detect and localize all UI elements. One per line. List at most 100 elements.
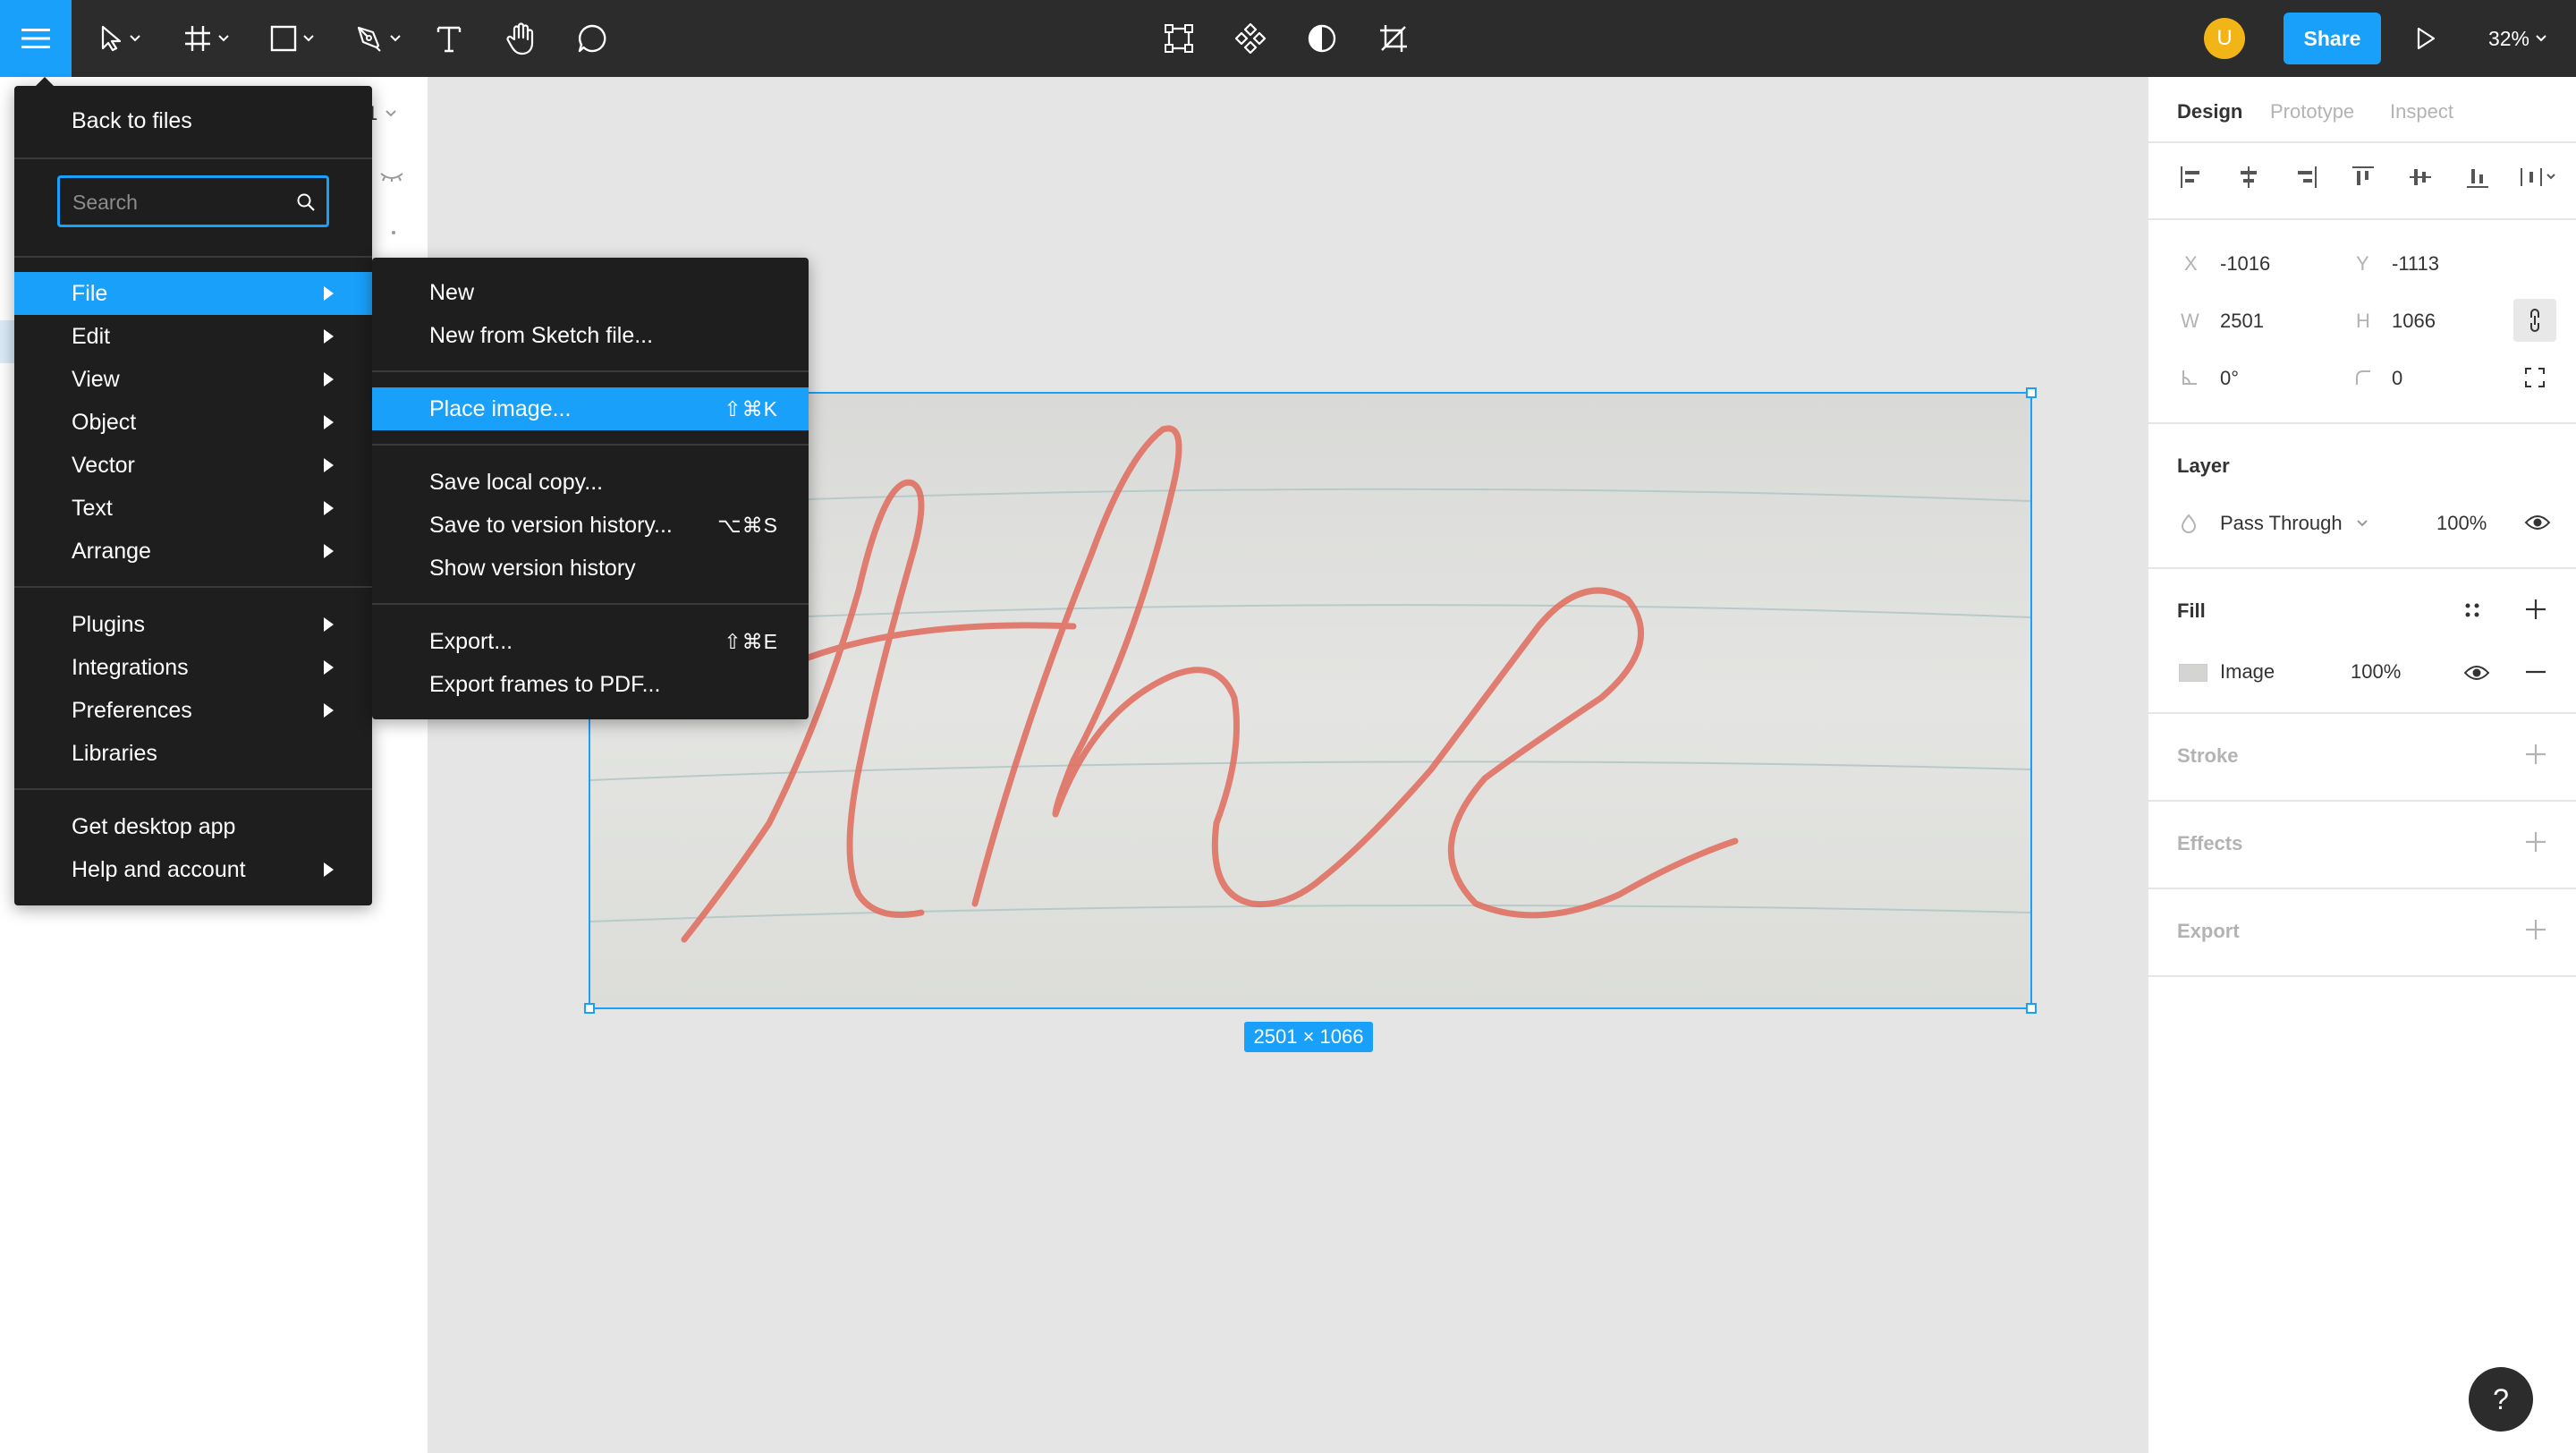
- text-tool[interactable]: [429, 0, 469, 77]
- pen-tool[interactable]: [347, 0, 410, 77]
- eye-icon[interactable]: [2524, 512, 2551, 533]
- chevron-down-icon: [130, 35, 140, 42]
- align-left-icon[interactable]: [2179, 165, 2204, 190]
- hand-tool[interactable]: [501, 0, 542, 77]
- eye-closed-icon[interactable]: [379, 170, 404, 183]
- cursor-icon: [101, 25, 122, 52]
- edit-object-button[interactable]: [1159, 0, 1199, 77]
- add-effect-icon[interactable]: [2524, 830, 2547, 854]
- text-icon: [436, 26, 462, 53]
- menu-item-plugins[interactable]: Plugins: [14, 603, 372, 646]
- present-button[interactable]: [2410, 0, 2442, 77]
- menu-item-integrations[interactable]: Integrations: [14, 646, 372, 689]
- eye-icon[interactable]: [2463, 662, 2490, 684]
- submenu-item-show-version-history[interactable]: Show version history: [372, 547, 809, 590]
- shortcut-label: ⇧⌘K: [724, 396, 778, 421]
- create-component-button[interactable]: [1231, 0, 1270, 77]
- search-icon: [297, 193, 315, 211]
- shape-tool[interactable]: [261, 0, 324, 77]
- menu-notch: [36, 77, 54, 86]
- w-input[interactable]: 2501: [2220, 310, 2264, 333]
- fill-type[interactable]: Image: [2220, 660, 2275, 684]
- align-right-icon[interactable]: [2293, 165, 2318, 190]
- menu-item-preferences[interactable]: Preferences: [14, 689, 372, 732]
- menu-separator: [14, 788, 372, 790]
- tab-inspect[interactable]: Inspect: [2390, 100, 2453, 123]
- x-label: X: [2184, 252, 2198, 275]
- export-divider: [2148, 975, 2576, 977]
- submenu-item-new-from-sketch[interactable]: New from Sketch file...: [372, 314, 809, 357]
- menu-search-input[interactable]: Search: [57, 175, 329, 227]
- menu-item-file[interactable]: File: [14, 272, 372, 315]
- submenu-item-export-frames-to-pdf[interactable]: Export frames to PDF...: [372, 663, 809, 706]
- blend-mode-select[interactable]: Pass Through: [2220, 512, 2343, 535]
- menu-separator: [372, 370, 809, 372]
- fill-swatch[interactable]: [2179, 664, 2207, 682]
- zoom-menu[interactable]: 32%: [2478, 0, 2558, 77]
- submenu-arrow-icon: [324, 660, 334, 675]
- frame-tool[interactable]: [175, 0, 238, 77]
- menu-item-edit[interactable]: Edit: [14, 315, 372, 358]
- stroke-divider: [2148, 800, 2576, 802]
- add-stroke-icon[interactable]: [2524, 743, 2547, 766]
- submenu-item-new[interactable]: New: [372, 271, 809, 314]
- menu-item-object[interactable]: Object: [14, 401, 372, 444]
- fill-opacity-input[interactable]: 100%: [2351, 660, 2401, 684]
- remove-fill-icon[interactable]: [2524, 669, 2547, 675]
- move-tool[interactable]: [89, 0, 152, 77]
- align-top-icon[interactable]: [2351, 165, 2376, 190]
- hamburger-icon: [21, 29, 50, 48]
- frame-icon: [185, 26, 210, 51]
- rectangle-icon: [270, 25, 297, 52]
- resize-handle-bottom-left[interactable]: [584, 1003, 595, 1014]
- menu-item-libraries[interactable]: Libraries: [14, 732, 372, 775]
- layer-divider: [2148, 567, 2576, 569]
- menu-item-text[interactable]: Text: [14, 487, 372, 530]
- transform-divider: [2148, 422, 2576, 424]
- help-button[interactable]: ?: [2469, 1367, 2533, 1432]
- shortcut-label: ⇧⌘E: [724, 629, 778, 653]
- main-menu-button[interactable]: [0, 0, 72, 77]
- y-input[interactable]: -1113: [2392, 252, 2439, 276]
- submenu-item-export[interactable]: Export... ⇧⌘E: [372, 620, 809, 663]
- layer-opacity-input[interactable]: 100%: [2436, 512, 2487, 535]
- distribute-icon[interactable]: [2519, 165, 2562, 190]
- h-input[interactable]: 1066: [2392, 310, 2436, 333]
- submenu-item-save-local-copy[interactable]: Save local copy...: [372, 461, 809, 504]
- tab-prototype[interactable]: Prototype: [2270, 100, 2354, 123]
- constrain-proportions-button[interactable]: [2513, 299, 2556, 342]
- stroke-section-title: Stroke: [2177, 744, 2239, 767]
- align-vertical-center-icon[interactable]: [2408, 165, 2433, 190]
- corner-radius-input[interactable]: 0: [2392, 367, 2402, 390]
- resize-handle-bottom-right[interactable]: [2026, 1003, 2037, 1014]
- share-button[interactable]: Share: [2284, 13, 2381, 64]
- tab-design[interactable]: Design: [2177, 100, 2242, 123]
- submenu-arrow-icon: [324, 703, 334, 718]
- independent-corners-icon[interactable]: [2524, 367, 2546, 388]
- menu-item-help-and-account[interactable]: Help and account: [14, 848, 372, 891]
- submenu-item-save-to-version-history[interactable]: Save to version history... ⌥⌘S: [372, 504, 809, 547]
- resize-handle-top-right[interactable]: [2026, 387, 2037, 398]
- back-to-files[interactable]: Back to files: [14, 99, 372, 142]
- x-input[interactable]: -1016: [2220, 252, 2270, 276]
- layer-section-title: Layer: [2177, 455, 2230, 477]
- submenu-item-place-image[interactable]: Place image... ⇧⌘K: [372, 387, 809, 430]
- menu-item-view[interactable]: View: [14, 358, 372, 401]
- export-section-title: Export: [2177, 920, 2240, 942]
- submenu-arrow-icon: [324, 544, 334, 558]
- align-bottom-icon[interactable]: [2465, 165, 2490, 190]
- submenu-arrow-icon: [324, 372, 334, 387]
- mask-button[interactable]: [1302, 0, 1342, 77]
- add-fill-icon[interactable]: [2524, 598, 2547, 621]
- add-export-icon[interactable]: [2524, 918, 2547, 941]
- rotation-input[interactable]: 0°: [2220, 367, 2239, 390]
- menu-item-vector[interactable]: Vector: [14, 444, 372, 487]
- crop-button[interactable]: [1374, 0, 1413, 77]
- blend-mode-icon: [2181, 514, 2197, 533]
- menu-item-get-desktop-app[interactable]: Get desktop app: [14, 805, 372, 848]
- comment-tool[interactable]: [572, 0, 612, 77]
- align-horizontal-center-icon[interactable]: [2236, 165, 2261, 190]
- menu-item-arrange[interactable]: Arrange: [14, 530, 372, 573]
- style-grid-icon[interactable]: [2463, 601, 2481, 619]
- user-avatar[interactable]: U: [2204, 0, 2245, 77]
